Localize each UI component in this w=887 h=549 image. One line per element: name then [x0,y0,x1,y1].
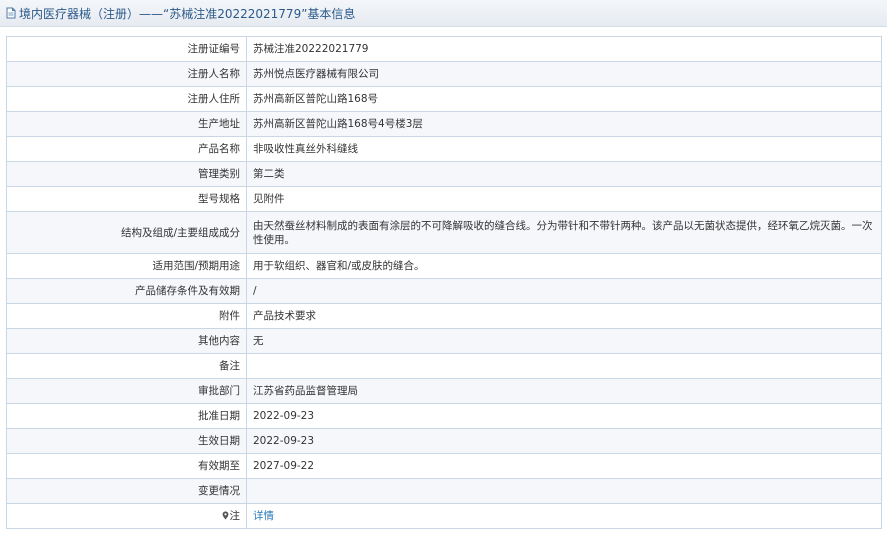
table-row: 生产地址 苏州高新区普陀山路168号4号楼3层 [6,111,882,137]
row-label: 结构及组成/主要组成成分 [6,211,247,254]
table-row: 型号规格 见附件 [6,186,882,212]
row-value: 第二类 [246,161,882,187]
row-label: 生产地址 [6,111,247,137]
row-value: 由天然蚕丝材料制成的表面有涂层的不可降解吸收的缝合线。分为带针和不带针两种。该产… [246,211,882,254]
row-value: 苏州高新区普陀山路168号4号楼3层 [246,111,882,137]
row-value: 苏州高新区普陀山路168号 [246,86,882,112]
row-value: 2022-09-23 [246,403,882,429]
table-row: 备注 [6,353,882,379]
row-value: 产品技术要求 [246,303,882,329]
row-label: 其他内容 [6,328,247,354]
table-row: 适用范围/预期用途 用于软组织、器官和/或皮肤的缝合。 [6,253,882,279]
row-value [246,478,882,504]
table-row: 有效期至 2027-09-22 [6,453,882,479]
table-row: 变更情况 [6,478,882,504]
row-value: 江苏省药品监督管理局 [246,378,882,404]
page-header: 境内医疗器械（注册）——“苏械注准20222021779”基本信息 [0,0,887,27]
row-value [246,353,882,379]
table-row: 产品名称 非吸收性真丝外科缝线 [6,136,882,162]
row-label: 备注 [6,353,247,379]
row-value: 无 [246,328,882,354]
row-value: 详情 [246,503,882,529]
note-label: 注 [229,510,241,522]
table-row: 注册人名称 苏州悦点医疗器械有限公司 [6,61,882,87]
row-label: 批准日期 [6,403,247,429]
row-value: / [246,278,882,304]
row-value: 2027-09-22 [246,453,882,479]
table-row: 注册证编号 苏械注准20222021779 [6,36,882,62]
document-icon [5,7,17,19]
row-label: 管理类别 [6,161,247,187]
table-row: 生效日期 2022-09-23 [6,428,882,454]
note-label-cell: 注 [6,503,247,529]
table-row: 注册人住所 苏州高新区普陀山路168号 [6,86,882,112]
row-value: 非吸收性真丝外科缝线 [246,136,882,162]
row-label: 变更情况 [6,478,247,504]
table-row: 审批部门 江苏省药品监督管理局 [6,378,882,404]
row-value: 苏械注准20222021779 [246,36,882,62]
row-label: 适用范围/预期用途 [6,253,247,279]
row-label: 审批部门 [6,378,247,404]
location-pin-icon [222,510,229,520]
row-label: 产品储存条件及有效期 [6,278,247,304]
info-table: 注册证编号 苏械注准20222021779 注册人名称 苏州悦点医疗器械有限公司… [6,36,882,529]
row-label: 注册人名称 [6,61,247,87]
row-label: 型号规格 [6,186,247,212]
row-value: 见附件 [246,186,882,212]
row-label: 生效日期 [6,428,247,454]
table-row: 附件 产品技术要求 [6,303,882,329]
table-row: 产品储存条件及有效期 / [6,278,882,304]
row-value: 苏州悦点医疗器械有限公司 [246,61,882,87]
table-row: 注 详情 [6,503,882,529]
row-label: 产品名称 [6,136,247,162]
row-value: 用于软组织、器官和/或皮肤的缝合。 [246,253,882,279]
table-row: 批准日期 2022-09-23 [6,403,882,429]
row-value: 2022-09-23 [246,428,882,454]
table-row: 其他内容 无 [6,328,882,354]
page-title: 境内医疗器械（注册）——“苏械注准20222021779”基本信息 [19,6,356,21]
table-row: 管理类别 第二类 [6,161,882,187]
row-label: 注册人住所 [6,86,247,112]
row-label: 有效期至 [6,453,247,479]
row-label: 注册证编号 [6,36,247,62]
details-link[interactable]: 详情 [253,510,274,522]
table-row: 结构及组成/主要组成成分 由天然蚕丝材料制成的表面有涂层的不可降解吸收的缝合线。… [6,211,882,254]
row-label: 附件 [6,303,247,329]
